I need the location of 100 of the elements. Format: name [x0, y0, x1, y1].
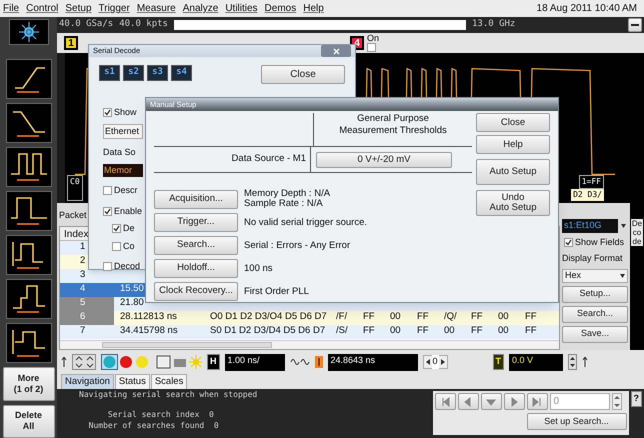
panel-button[interactable]: Search...	[562, 306, 628, 322]
option-button[interactable]: Trigger...	[154, 213, 238, 232]
data-cell: 00	[498, 325, 509, 336]
minus-icon	[631, 24, 639, 26]
dialog-button[interactable]: Undo Auto Setup	[476, 190, 550, 216]
navigation-button[interactable]	[504, 393, 524, 410]
falling-ramp-icon[interactable]	[6, 103, 52, 144]
panel-button[interactable]: Save...	[562, 326, 628, 342]
right-arrow-icon	[440, 359, 445, 365]
setting-value: Serial : Errors - Any Error	[244, 240, 350, 250]
bus-slot-button[interactable]: s2	[123, 65, 144, 81]
spinner-icon[interactable]	[568, 354, 578, 370]
timebase-field[interactable]: 1.00 ns/	[224, 354, 284, 370]
horizontal-label[interactable]: H	[207, 354, 220, 370]
menu-item[interactable]: Help	[303, 1, 324, 16]
date-time: 18 Aug 2011 10:40 AM	[536, 2, 637, 16]
protocol-select[interactable]: Ethernet	[103, 124, 143, 139]
data-cell: FF	[471, 325, 483, 336]
checkbox-label: Co	[123, 240, 135, 252]
horizontal-scrollbar[interactable]	[60, 340, 559, 349]
index-cell[interactable]: 7	[60, 324, 114, 338]
sidebar-button[interactable]: More (1 of 2)	[2, 367, 54, 401]
rising-ramp-icon[interactable]	[6, 59, 52, 100]
checkbox[interactable]	[103, 108, 112, 118]
set-up-search-button[interactable]: Set up Search...	[526, 413, 626, 430]
bus-slot-button[interactable]: s4	[171, 65, 192, 81]
checkbox[interactable]	[367, 43, 376, 52]
bandwidth: 13.0 GHz	[472, 18, 516, 32]
checkbox-label: Descr	[114, 184, 138, 197]
menu-item[interactable]: File	[3, 1, 20, 16]
data-cell: /F/	[336, 311, 348, 322]
close-button[interactable]	[321, 45, 351, 57]
checkbox-label: Enable	[114, 204, 142, 218]
checkbox[interactable]	[112, 242, 121, 251]
navigation-arrow-icon	[531, 396, 543, 408]
threshold-button[interactable]: 0 V+/-20 mV	[316, 152, 452, 168]
bus-slot-button[interactable]: s3	[147, 65, 168, 81]
delay-field[interactable]: 24.8643 ns	[328, 354, 418, 370]
minimize-button[interactable]	[628, 18, 642, 32]
option-button[interactable]: Acquisition...	[154, 190, 238, 208]
step-pulse-icon[interactable]	[6, 235, 52, 276]
channel-label[interactable]: 1	[64, 36, 78, 50]
toolbar-icons[interactable]	[156, 354, 202, 370]
trigger-label[interactable]: T	[492, 354, 504, 370]
run-control-icons[interactable]	[101, 354, 151, 370]
bus-select[interactable]: s1:Et10G	[562, 219, 618, 232]
menu-item[interactable]: Control	[26, 1, 58, 16]
navigation-button[interactable]	[458, 393, 478, 410]
spinner-icon[interactable]	[612, 393, 622, 410]
navigation-button[interactable]	[480, 393, 502, 410]
bus-slot-button[interactable]: s1	[99, 65, 120, 81]
menu-item[interactable]: Analyze	[182, 1, 218, 16]
marker-arrow-icon[interactable]	[61, 357, 67, 367]
dialog-button[interactable]: Close	[476, 113, 550, 132]
menu-item[interactable]: Trigger	[98, 1, 130, 16]
decode-tab[interactable]: Decode	[631, 219, 643, 246]
waveform-icons[interactable]	[290, 356, 310, 368]
checkbox-label: Show Fields	[575, 236, 624, 248]
pulse-icon[interactable]	[6, 191, 52, 232]
help-button[interactable]: ?	[630, 391, 642, 406]
spinner-icon[interactable]	[72, 354, 96, 370]
data-cell: FF	[471, 311, 483, 322]
dialog-button[interactable]: Auto Setup	[476, 159, 550, 185]
data-cell: FF	[363, 325, 375, 336]
logo-icon[interactable]	[8, 19, 48, 46]
option-button[interactable]: Holdoff...	[154, 259, 238, 278]
pulse-icon[interactable]	[6, 147, 52, 188]
format-select[interactable]: Hex	[562, 268, 628, 282]
checkbox-label: De	[123, 222, 135, 235]
option-button[interactable]: Search...	[154, 236, 238, 255]
memory-depth: 40.0 kpts	[119, 18, 168, 32]
checkbox[interactable]	[112, 224, 121, 234]
step-pulse-icon[interactable]	[6, 279, 52, 320]
checkbox[interactable]	[103, 186, 112, 196]
marker-arrow-icon[interactable]	[582, 357, 588, 367]
index-stepper[interactable]: 0	[422, 355, 448, 369]
menu-item[interactable]: Utilities	[225, 1, 258, 16]
menu-item[interactable]: Setup	[65, 1, 92, 16]
close-button[interactable]: Close	[261, 65, 345, 84]
tab[interactable]: Status	[114, 374, 150, 389]
trigger-level-field[interactable]: 0.0 V	[509, 354, 564, 370]
checkbox[interactable]	[103, 262, 112, 272]
menu-item[interactable]: Measure	[136, 1, 176, 16]
sidebar-button[interactable]: Delete All	[2, 404, 54, 438]
index-cell[interactable]: 3	[60, 268, 114, 282]
setting-value: First Order PLL	[244, 286, 309, 296]
checkbox[interactable]	[103, 206, 112, 216]
option-button[interactable]: Clock Recovery...	[154, 282, 238, 301]
tab[interactable]: Scales	[150, 374, 188, 389]
dialog-button[interactable]: Help	[476, 135, 550, 154]
setting-value: Memory Depth : N/A Sample Rate : N/A	[244, 189, 330, 209]
checkbox[interactable]	[564, 238, 573, 247]
navigation-button[interactable]	[526, 393, 548, 410]
data-source-select[interactable]: Memor	[103, 164, 143, 177]
panel-button[interactable]: Setup...	[562, 286, 628, 302]
dropdown-arrow-icon[interactable]	[621, 224, 626, 228]
menu-item[interactable]: Demos	[264, 1, 296, 16]
navigation-button[interactable]	[434, 393, 456, 410]
step-pulse-icon[interactable]	[6, 323, 52, 364]
tab[interactable]: Navigation	[61, 374, 114, 389]
